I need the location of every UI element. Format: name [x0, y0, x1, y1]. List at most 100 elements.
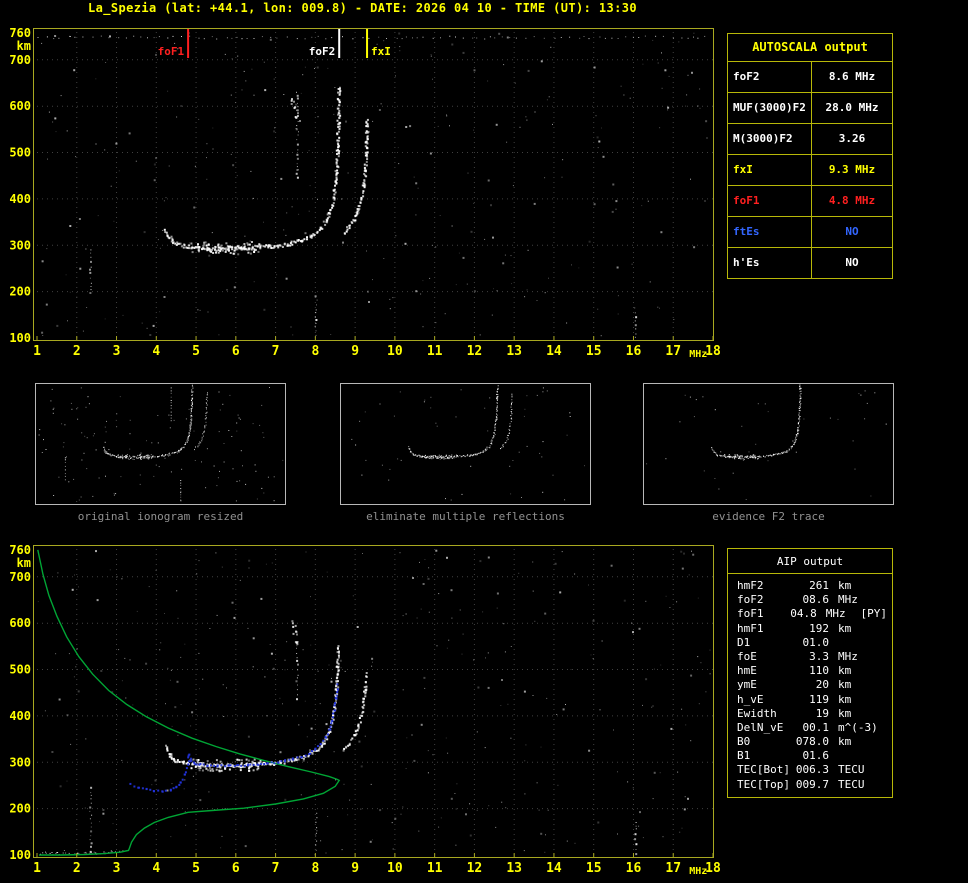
autoscala-table-rows: foF2 8.6 MHz MUF(3000)F2 28.0 MHz M(3000)F2 3… — [728, 62, 892, 278]
bottom-ionogram-plot: 1 2 3 4 5 6 7 8 9 10 11 12 13 14 15 16 17 18MHz760km70060… — [9, 545, 721, 877]
aip-param-label: ymE — [737, 678, 757, 692]
aip-param-note — [878, 650, 887, 664]
aip-row-TEC[Top]: TEC[Top] 009.7 TECU — [728, 778, 892, 792]
thumbnail-border — [35, 383, 286, 505]
svg-text:foF1: foF1 — [158, 45, 185, 58]
svg-text:14: 14 — [546, 344, 562, 359]
autoscala-row-foF1: foF1 4.8 MHz — [728, 186, 892, 217]
aip-param-value: 119 — [809, 692, 829, 706]
autoscala-row-MUF(3000)F2: MUF(3000)F2 28.0 MHz — [728, 93, 892, 124]
svg-text:3: 3 — [113, 861, 121, 876]
svg-text:600: 600 — [9, 616, 31, 630]
aip-param-value: 00.1 — [802, 720, 830, 734]
autoscala-row-foF2: foF2 8.6 MHz — [728, 62, 892, 93]
aip-param-note — [878, 749, 887, 763]
autoscala-row-M(3000)F2: M(3000)F2 3.26 — [728, 124, 892, 155]
thumbnail-f2-trace: evidence F2 trace — [643, 383, 894, 523]
svg-text:600: 600 — [9, 99, 31, 113]
aip-param-unit — [829, 749, 878, 763]
aip-param-note — [878, 721, 887, 735]
autoscala-param-value: 4.8 MHz — [828, 194, 876, 207]
svg-text:15: 15 — [586, 861, 602, 876]
svg-text:400: 400 — [9, 709, 31, 723]
svg-text:100: 100 — [9, 331, 31, 345]
svg-text:300: 300 — [9, 755, 31, 769]
svg-text:700: 700 — [9, 53, 31, 67]
aip-param-value: 04.8 — [790, 607, 817, 621]
thumbnail-original: original ionogram resized — [35, 383, 286, 523]
svg-text:8: 8 — [311, 861, 319, 876]
aip-row-TEC[Bot]: TEC[Bot] 006.3 TECU — [728, 763, 892, 777]
autoscala-param-label: M(3000)F2 — [728, 124, 812, 154]
svg-text:13: 13 — [506, 344, 522, 359]
aip-row-B0: B0 078.0 km — [728, 735, 892, 749]
svg-text:1: 1 — [33, 861, 41, 876]
aip-param-unit: MHz — [838, 593, 858, 607]
svg-text:400: 400 — [9, 192, 31, 206]
aip-param-label: TEC[Top] — [737, 777, 790, 791]
aip-param-label: h_vE — [737, 692, 764, 706]
aip-param-note — [878, 622, 887, 636]
thumbnail-border — [643, 383, 894, 505]
autoscala-param-value: 8.6 MHz — [828, 70, 876, 83]
aip-row-h_vE: h_vE 119 km — [728, 693, 892, 707]
aip-param-label: hmE — [737, 664, 757, 678]
aip-param-note — [878, 693, 887, 707]
svg-text:4: 4 — [152, 861, 160, 876]
aip-param-unit: km — [838, 579, 852, 592]
svg-text:17: 17 — [665, 344, 681, 359]
aip-param-note — [878, 664, 887, 678]
aip-param-unit: m^(-3) — [838, 720, 878, 734]
svg-text:11: 11 — [427, 861, 443, 876]
svg-text:13: 13 — [506, 861, 522, 876]
aip-param-note — [878, 678, 887, 692]
aip-output-table: AIP output hmF2 261 km foF2 08.6 MHz foF1 04.8 M… — [727, 548, 893, 798]
autoscala-screen: La_Spezia (lat: +44.1, lon: 009.8) - DAT… — [0, 0, 968, 883]
svg-text:MHz: MHz — [689, 349, 707, 360]
aip-param-unit: km — [838, 692, 852, 706]
aip-param-value: 078.0 — [795, 735, 829, 749]
svg-text:18: 18 — [705, 861, 721, 876]
svg-text:10: 10 — [387, 861, 403, 876]
svg-text:14: 14 — [546, 861, 562, 876]
thumbnail-f2-trace-caption: evidence F2 trace — [712, 510, 825, 523]
svg-text:2: 2 — [73, 861, 81, 876]
aip-param-note — [878, 707, 887, 721]
aip-param-value: 006.3 — [795, 763, 829, 777]
electron-density-profile-line — [37, 549, 341, 856]
svg-text:foF2: foF2 — [309, 45, 336, 58]
aip-param-unit: km — [838, 664, 852, 678]
svg-text:100: 100 — [9, 848, 31, 862]
autoscala-param-label: h'Es — [728, 248, 812, 278]
svg-text:3: 3 — [113, 344, 121, 359]
svg-text:700: 700 — [9, 570, 31, 584]
autoscala-param-label: ftEs — [728, 217, 812, 247]
aip-param-value: 192 — [809, 621, 829, 635]
aip-param-label: hmF1 — [737, 621, 764, 635]
autoscala-table-title: AUTOSCALA output — [728, 34, 892, 62]
autoscala-row-ftEs: ftEs NO — [728, 217, 892, 248]
autoscala-param-label: foF1 — [728, 186, 812, 216]
svg-text:5: 5 — [192, 861, 200, 876]
aip-param-label: foF1 — [737, 607, 764, 621]
aip-row-foF2: foF2 08.6 MHz — [728, 593, 892, 607]
top-ionogram-plot: 1 2 3 4 5 6 7 8 9 10 11 12 13 14 15 16 17 18MHz760km70060… — [9, 28, 721, 360]
aip-table-rows: hmF2 261 km foF2 08.6 MHz foF1 04.8 MHz [PY] hmF1 1… — [728, 579, 892, 792]
aip-param-label: foF2 — [737, 593, 764, 607]
thumbnail-cleaned: eliminate multiple reflections — [340, 383, 591, 523]
autoscala-param-label: fxI — [728, 155, 812, 185]
aip-param-label: foE — [737, 649, 757, 663]
svg-text:12: 12 — [467, 344, 483, 359]
svg-text:200: 200 — [9, 285, 31, 299]
aip-param-unit: TECU — [838, 763, 865, 777]
aip-param-label: B1 — [737, 749, 751, 763]
aip-param-unit: MHz — [838, 649, 858, 663]
svg-text:500: 500 — [9, 663, 31, 677]
svg-text:10: 10 — [387, 344, 403, 359]
thumbnail-cleaned-caption: eliminate multiple reflections — [366, 510, 565, 523]
autoscala-param-value: NO — [845, 225, 859, 238]
aip-param-value: 261 — [809, 579, 829, 592]
autoscala-param-label: foF2 — [728, 62, 812, 92]
aip-row-hmE: hmE 110 km — [728, 664, 892, 678]
aip-param-value: 19 — [815, 706, 829, 720]
